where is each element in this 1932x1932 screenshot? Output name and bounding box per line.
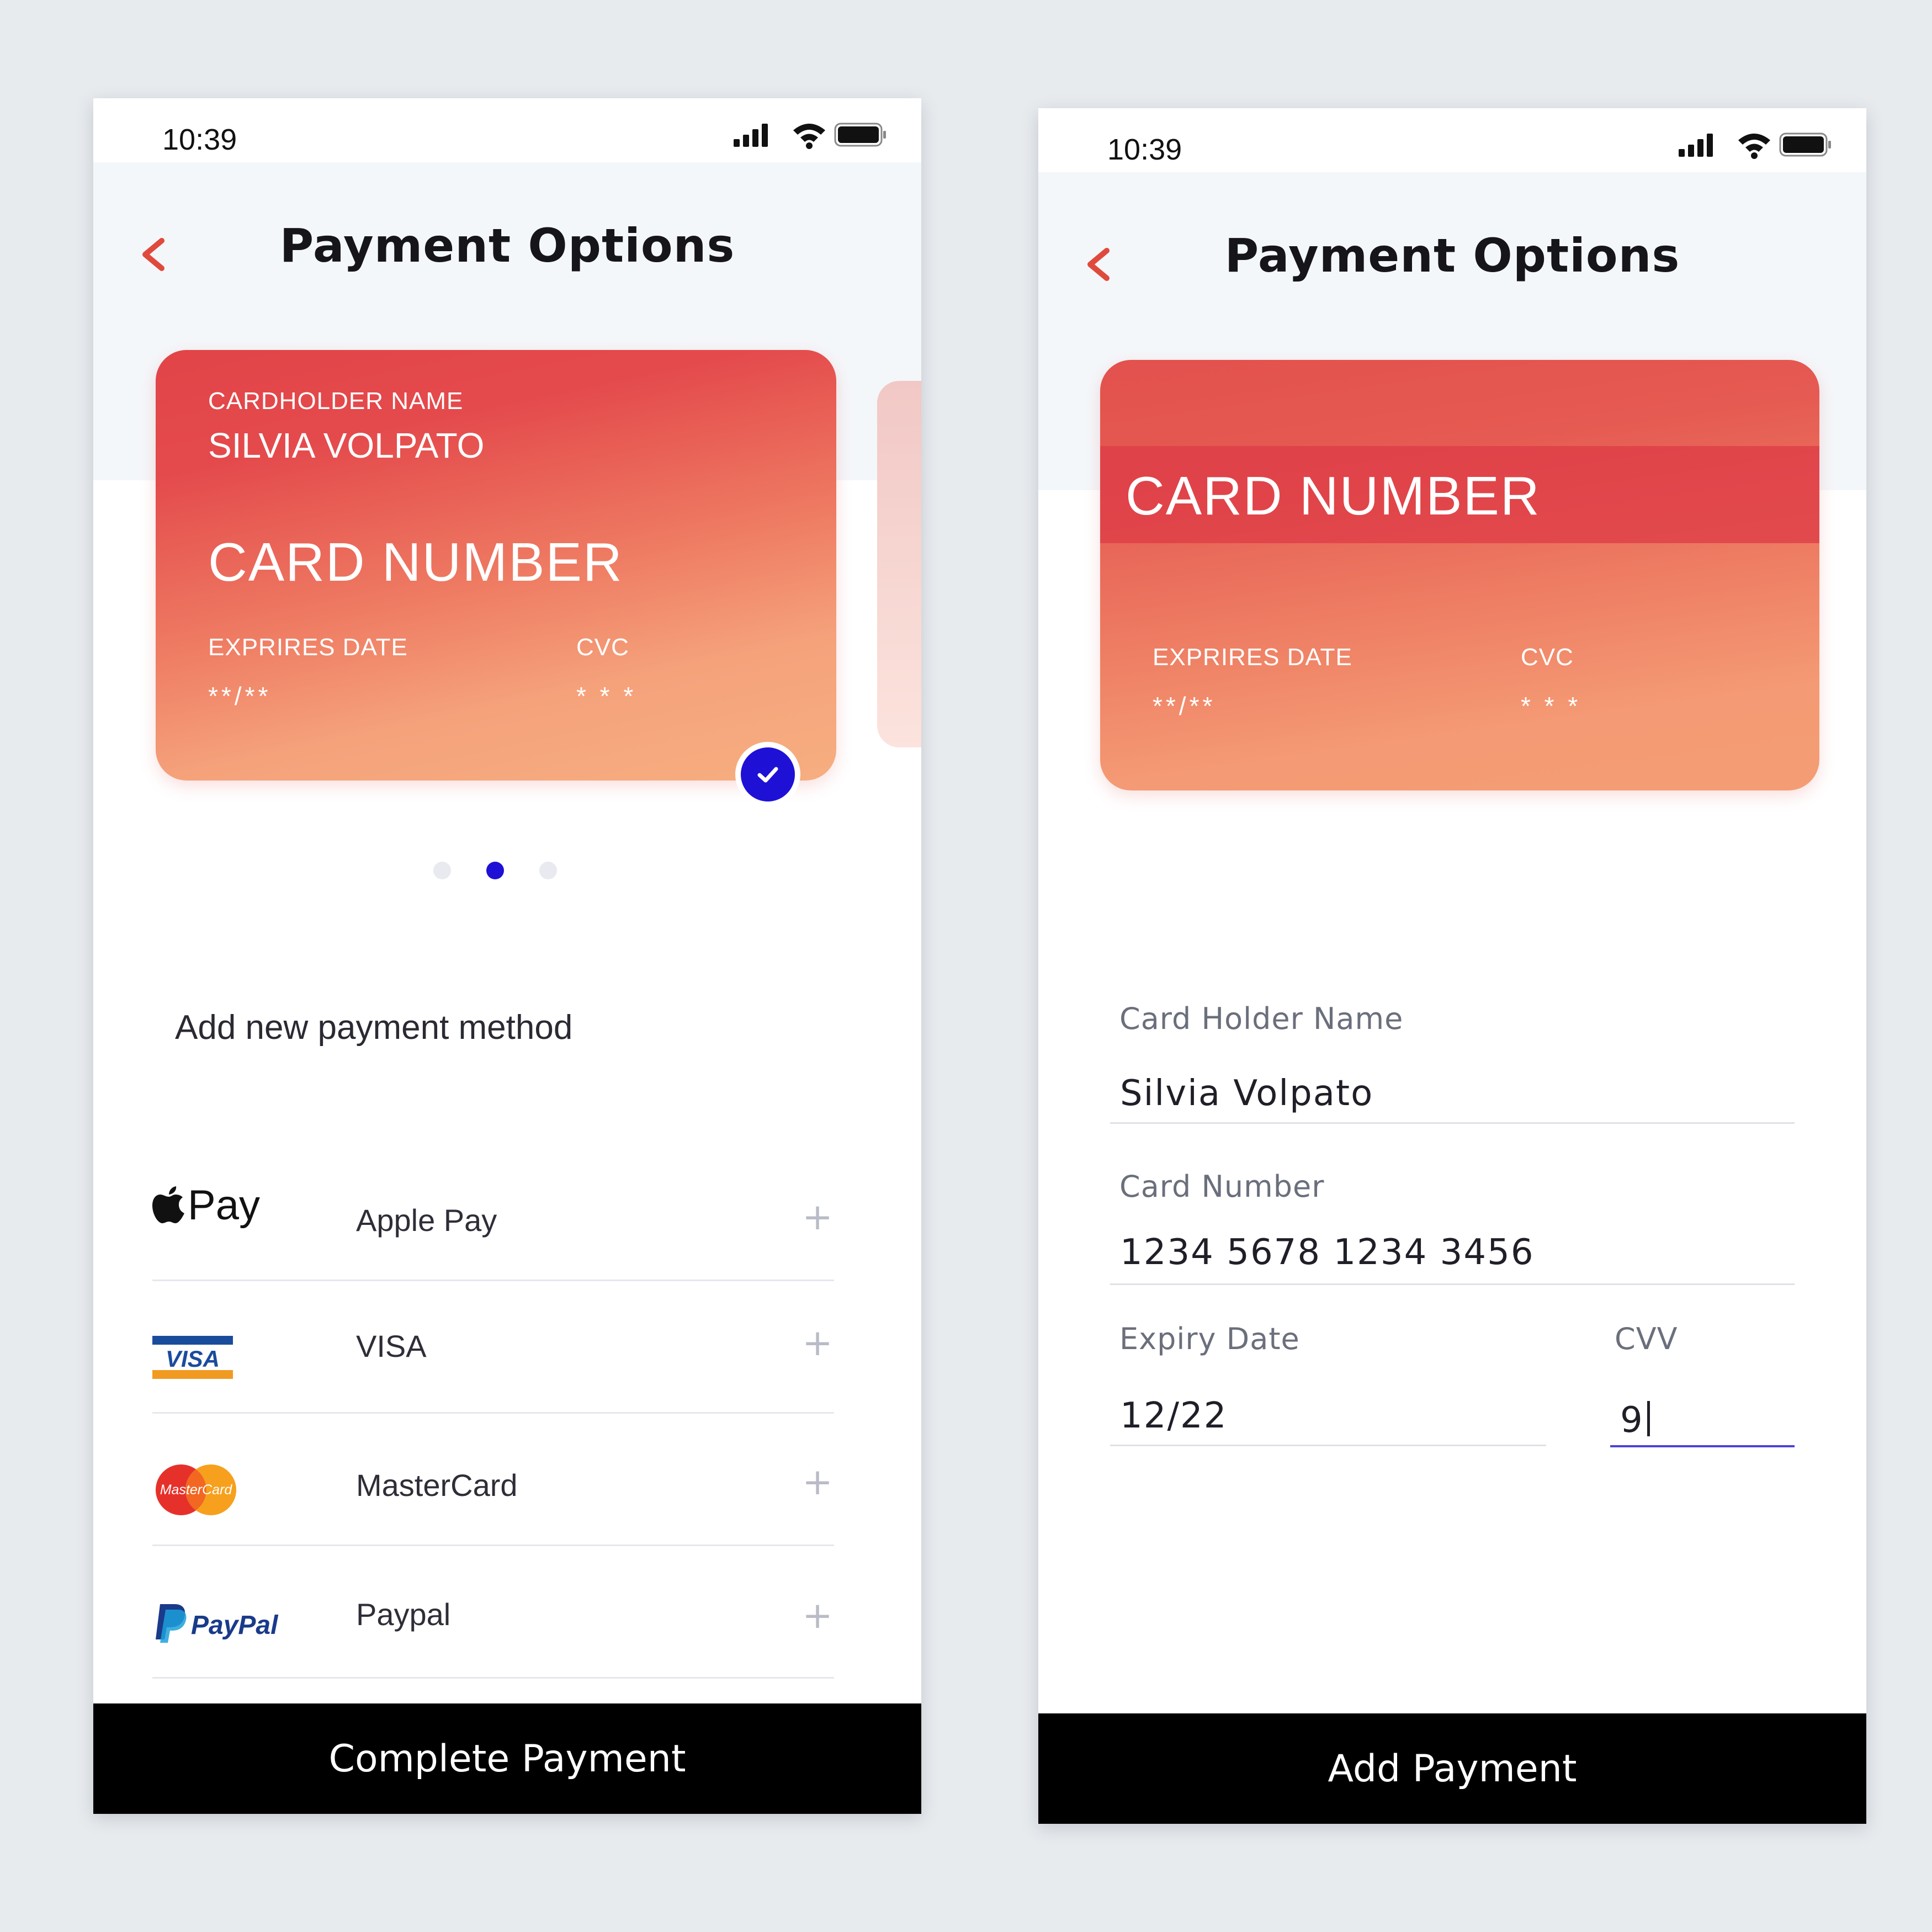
card-pager [93,862,921,884]
method-name: VISA [356,1329,427,1363]
payment-options-screen: 10:39 Payment Options CARDHOLDER NAME SI… [93,98,921,1814]
mastercard-logo-text: MasterCard [160,1482,233,1498]
cvv-field[interactable]: 9 [1610,1400,1795,1447]
mastercard-logo: MasterCard [156,1464,236,1515]
method-row-apple-pay[interactable]: Pay Apple Pay + [152,1147,834,1281]
complete-payment-button[interactable]: Complete Payment [93,1703,921,1814]
card-number: CARD NUMBER [1126,465,1541,526]
plus-icon[interactable]: + [801,1324,834,1362]
visa-icon: VISA [152,1299,296,1415]
plus-icon[interactable]: + [801,1198,834,1236]
card-holder-field[interactable]: Silvia Volpato [1110,1073,1795,1124]
cvv-label: CVV [1615,1321,1678,1356]
apple-logo-icon [152,1186,184,1223]
expiry-label: EXPRIRES DATE [208,634,408,661]
expiry-date-label: Expiry Date [1119,1321,1300,1356]
credit-card-preview: CARD NUMBER EXPRIRES DATE **/** CVC * * … [1100,360,1819,790]
page-title: Payment Options [279,219,735,273]
signal-icon [734,124,768,147]
battery-icon [834,123,886,147]
expiry-value: **/** [1153,692,1216,720]
status-icons [1679,132,1831,159]
checkmark-icon [757,767,778,783]
card-holder-value: Silvia Volpato [1120,1073,1374,1114]
pager-dot[interactable] [539,862,557,879]
cardholder-label: CARDHOLDER NAME [208,388,464,415]
status-bar: 10:39 [1038,108,1866,172]
status-icons [734,123,886,149]
mastercard-icon: MasterCard [152,1432,296,1548]
cvc-value: * * * [1521,692,1581,720]
plus-icon[interactable]: + [801,1463,834,1501]
cvc-value: * * * [576,682,637,710]
add-card-screen: 10:39 Payment Options CARD NUMBER EXPRIR… [1038,108,1866,1824]
status-time: 10:39 [1107,133,1182,166]
expiry-date-field[interactable]: 12/22 [1110,1395,1546,1446]
status-bar: 10:39 [93,98,921,162]
card-holder-label: Card Holder Name [1119,1001,1404,1036]
cvc-label: CVC [576,634,629,661]
method-row-paypal[interactable]: PayPal Paypal + [152,1544,834,1679]
cardholder-name: SILVIA VOLPATO [208,426,485,465]
method-name: MasterCard [356,1468,518,1503]
status-time: 10:39 [162,123,237,156]
section-title: Add new payment method [175,1009,573,1047]
apple-pay-logo-text: Pay [188,1181,260,1229]
expiry-label: EXPRIRES DATE [1153,644,1352,671]
signal-icon [1679,134,1713,157]
pager-dot[interactable] [433,862,451,879]
cvc-label: CVC [1521,644,1574,671]
method-name: Paypal [356,1597,451,1632]
page-title: Payment Options [1224,229,1680,283]
wifi-icon [1738,134,1770,159]
method-row-mastercard[interactable]: MasterCard MasterCard + [152,1412,834,1546]
next-card-peek[interactable] [877,381,921,747]
add-payment-button[interactable]: Add Payment [1038,1713,1866,1824]
cvv-value: 9 [1620,1400,1644,1441]
wifi-icon [793,124,825,149]
expiry-value: **/** [208,682,272,710]
paypal-icon: PayPal [152,1564,296,1680]
method-row-visa[interactable]: VISA VISA + [152,1280,834,1414]
expiry-date-value: 12/22 [1120,1395,1228,1436]
card-number: CARD NUMBER [208,532,623,592]
paypal-logo-text: PayPal [191,1611,279,1640]
method-name: Apple Pay [356,1203,497,1238]
selected-badge [741,747,795,802]
text-caret [1647,1401,1650,1436]
pager-dot-active[interactable] [486,862,504,879]
card-number-field[interactable]: 1234 5678 1234 3456 [1110,1232,1795,1285]
paypal-logo: PayPal [156,1604,279,1643]
battery-icon [1779,132,1831,157]
card-number-label: Card Number [1119,1169,1325,1204]
apple-pay-icon: Pay [152,1147,296,1263]
credit-card[interactable]: CARDHOLDER NAME SILVIA VOLPATO CARD NUMB… [156,350,836,781]
plus-icon[interactable]: + [801,1596,834,1635]
visa-logo: VISA [152,1336,233,1379]
visa-logo-text: VISA [166,1346,220,1372]
card-number-value: 1234 5678 1234 3456 [1120,1232,1535,1273]
